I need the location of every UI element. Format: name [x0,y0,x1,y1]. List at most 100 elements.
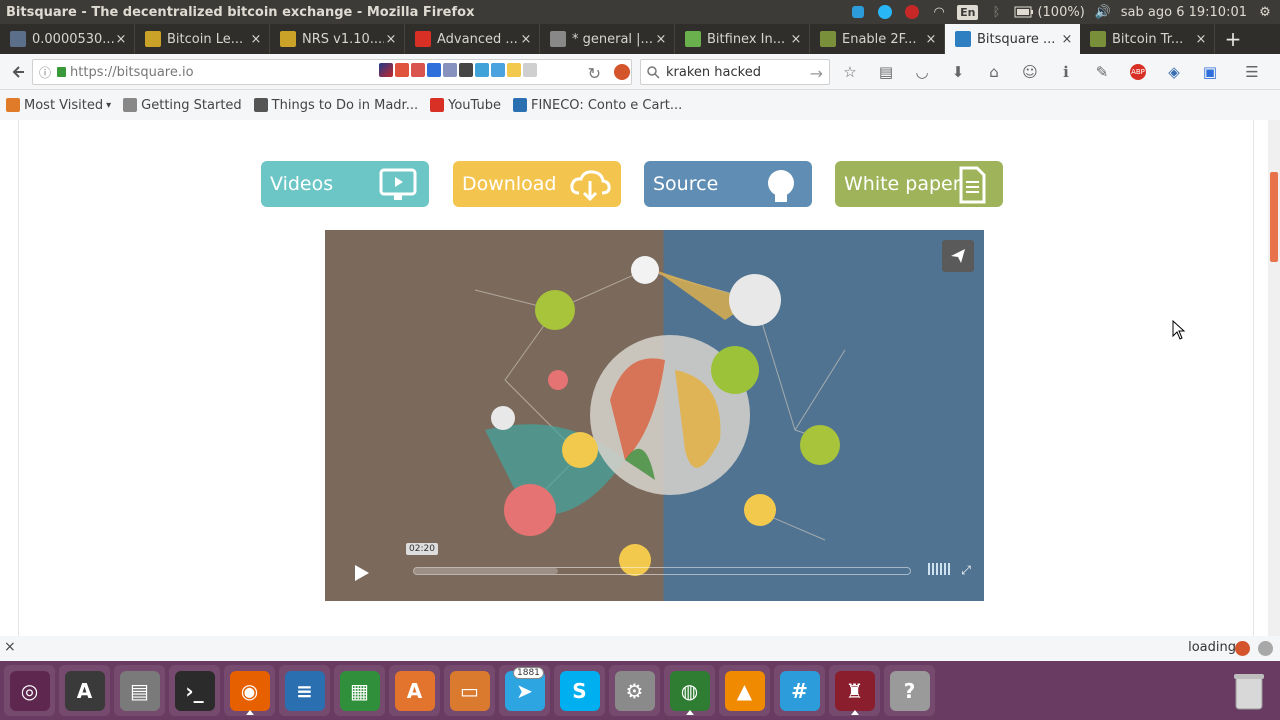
launcher-item-11[interactable]: ⚙ [609,665,660,716]
wordpress-icon[interactable] [459,63,473,77]
tools-icon[interactable]: ✎ [1088,57,1116,87]
tab-close-icon[interactable]: × [654,32,668,47]
shield-icon[interactable]: ◈ [1160,57,1188,87]
adblock-icon[interactable]: ABP [1124,57,1152,87]
bookmark-2[interactable]: Things to Do in Madr... [253,98,418,113]
search-bar[interactable]: kraken hacked → [640,59,830,85]
launcher-item-6[interactable]: ▦ [334,665,385,716]
page-scrollbar[interactable] [1268,120,1280,636]
launcher-item-1[interactable]: A [59,665,110,716]
tab-0[interactable]: 0.0000530... × [0,24,135,54]
scrollbar-thumb[interactable] [1270,172,1278,262]
close-icon[interactable]: × [4,639,16,655]
info-icon[interactable]: ⓘ [39,64,51,81]
clock[interactable]: sab ago 6 19:10:01 [1121,5,1247,20]
volume-icon[interactable]: 🔊 [1094,3,1112,21]
tab-6[interactable]: Enable 2F... × [810,24,945,54]
intro-video[interactable]: 02:20 ⤢ [325,230,984,601]
bluetooth-icon[interactable]: ᛒ [987,3,1005,21]
tab-close-icon[interactable]: × [249,32,263,47]
launcher-item-0[interactable]: ◎ [4,665,55,716]
fullscreen-icon[interactable]: ⤢ [958,562,974,578]
launcher-item-5[interactable]: ≡ [279,665,330,716]
tab-3[interactable]: Advanced ... × [405,24,540,54]
launcher-item-10[interactable]: S [554,665,605,716]
status-indicator-icon[interactable] [1258,641,1273,656]
tab-8[interactable]: Bitcoin Tr... × [1080,24,1215,54]
tab-close-icon[interactable]: × [789,32,803,47]
ipfs-icon[interactable]: ℹ [1052,57,1080,87]
bookmark-1[interactable]: Getting Started [123,98,242,113]
tab-4[interactable]: * general |... × [540,24,675,54]
plus-addon-icon[interactable] [427,63,441,77]
launcher-item-4[interactable]: ◉ [224,665,275,716]
pen-icon[interactable] [395,63,409,77]
volume-control[interactable] [928,563,950,575]
sync-icon[interactable] [475,63,489,77]
grid-icon[interactable] [523,63,537,77]
source-button[interactable]: Source [644,161,812,207]
chat-icon[interactable]: ☺ [1016,57,1044,87]
settings-gear-icon[interactable]: ⚙ [1256,3,1274,21]
hash-icon [550,31,566,47]
launcher-item-16[interactable]: ? [884,665,935,716]
ublock-icon[interactable] [614,64,630,80]
box-icon[interactable] [491,63,505,77]
keyboard-layout-indicator[interactable]: En [957,4,979,20]
tab-close-icon[interactable]: × [924,32,938,47]
bookmark-4[interactable]: FINECO: Conto e Cart... [512,98,682,113]
home-icon[interactable]: ⌂ [980,57,1008,87]
addon-icon[interactable] [411,63,425,77]
coin-icon [145,31,161,47]
reload-icon[interactable]: ↻ [588,64,601,83]
tab-close-icon[interactable]: × [519,32,533,47]
launcher-item-8[interactable]: ▭ [444,665,495,716]
share-button[interactable] [942,240,974,272]
launcher-item-15[interactable]: ♜ [829,665,880,716]
bookmark-0[interactable]: Most Visited ▾ [6,98,111,113]
tab-close-icon[interactable]: × [384,32,398,47]
launcher-item-14[interactable]: # [774,665,825,716]
tab-close-icon[interactable]: × [1194,32,1208,47]
wifi-icon[interactable]: ◠ [930,3,948,21]
url-text[interactable]: https://bitsquare.io [70,65,194,80]
menu-icon[interactable]: ☰ [1238,57,1266,87]
battery-indicator[interactable]: (100%) [1014,5,1085,20]
launcher-item-12[interactable]: ◍ [664,665,715,716]
search-go-icon[interactable]: → [810,64,823,83]
video-seek-bar[interactable] [413,567,911,575]
launcher-item-2[interactable]: ▤ [114,665,165,716]
url-bar[interactable]: ⓘ https://bitsquare.io ↻ [32,59,632,85]
back-button[interactable] [4,57,34,87]
record-tray-icon[interactable] [903,3,921,21]
tab-close-icon[interactable]: × [114,32,128,47]
tab-1[interactable]: Bitcoin Le... × [135,24,270,54]
trash-icon[interactable] [1223,665,1274,716]
new-tab-button[interactable]: + [1217,24,1249,54]
pocket-icon[interactable]: ◡ [908,57,936,87]
bookmark-3[interactable]: YouTube [430,98,501,113]
reading-list-icon[interactable]: ▤ [872,57,900,87]
ublock-status-icon[interactable] [1235,641,1250,656]
download-icon[interactable]: ⬇ [944,57,972,87]
tab-close-icon[interactable]: × [1060,32,1074,47]
white-paper-button[interactable]: White paper [835,161,1003,207]
launcher-item-3[interactable]: ›_ [169,665,220,716]
tab-2[interactable]: NRS v1.10.... × [270,24,405,54]
launcher-item-13[interactable]: ▲ [719,665,770,716]
app-tray-icon[interactable] [876,3,894,21]
search-input[interactable]: kraken hacked [666,65,761,80]
tab-5[interactable]: Bitfinex In... × [675,24,810,54]
uk-flag-icon[interactable] [379,63,393,77]
launcher-item-7[interactable]: A [389,665,440,716]
bookmark-star-icon[interactable]: ☆ [836,57,864,87]
slack-tray-icon[interactable] [849,3,867,21]
extension-badge-icon[interactable]: ▣ [1196,57,1224,87]
download-button[interactable]: Download [453,161,621,207]
videos-button[interactable]: Videos [261,161,429,207]
cert-icon[interactable] [507,63,521,77]
launcher-item-9[interactable]: ➤ 1881 [499,665,550,716]
php-icon[interactable] [443,63,457,77]
play-button[interactable] [333,558,389,588]
tab-7[interactable]: Bitsquare ... × [945,24,1080,54]
